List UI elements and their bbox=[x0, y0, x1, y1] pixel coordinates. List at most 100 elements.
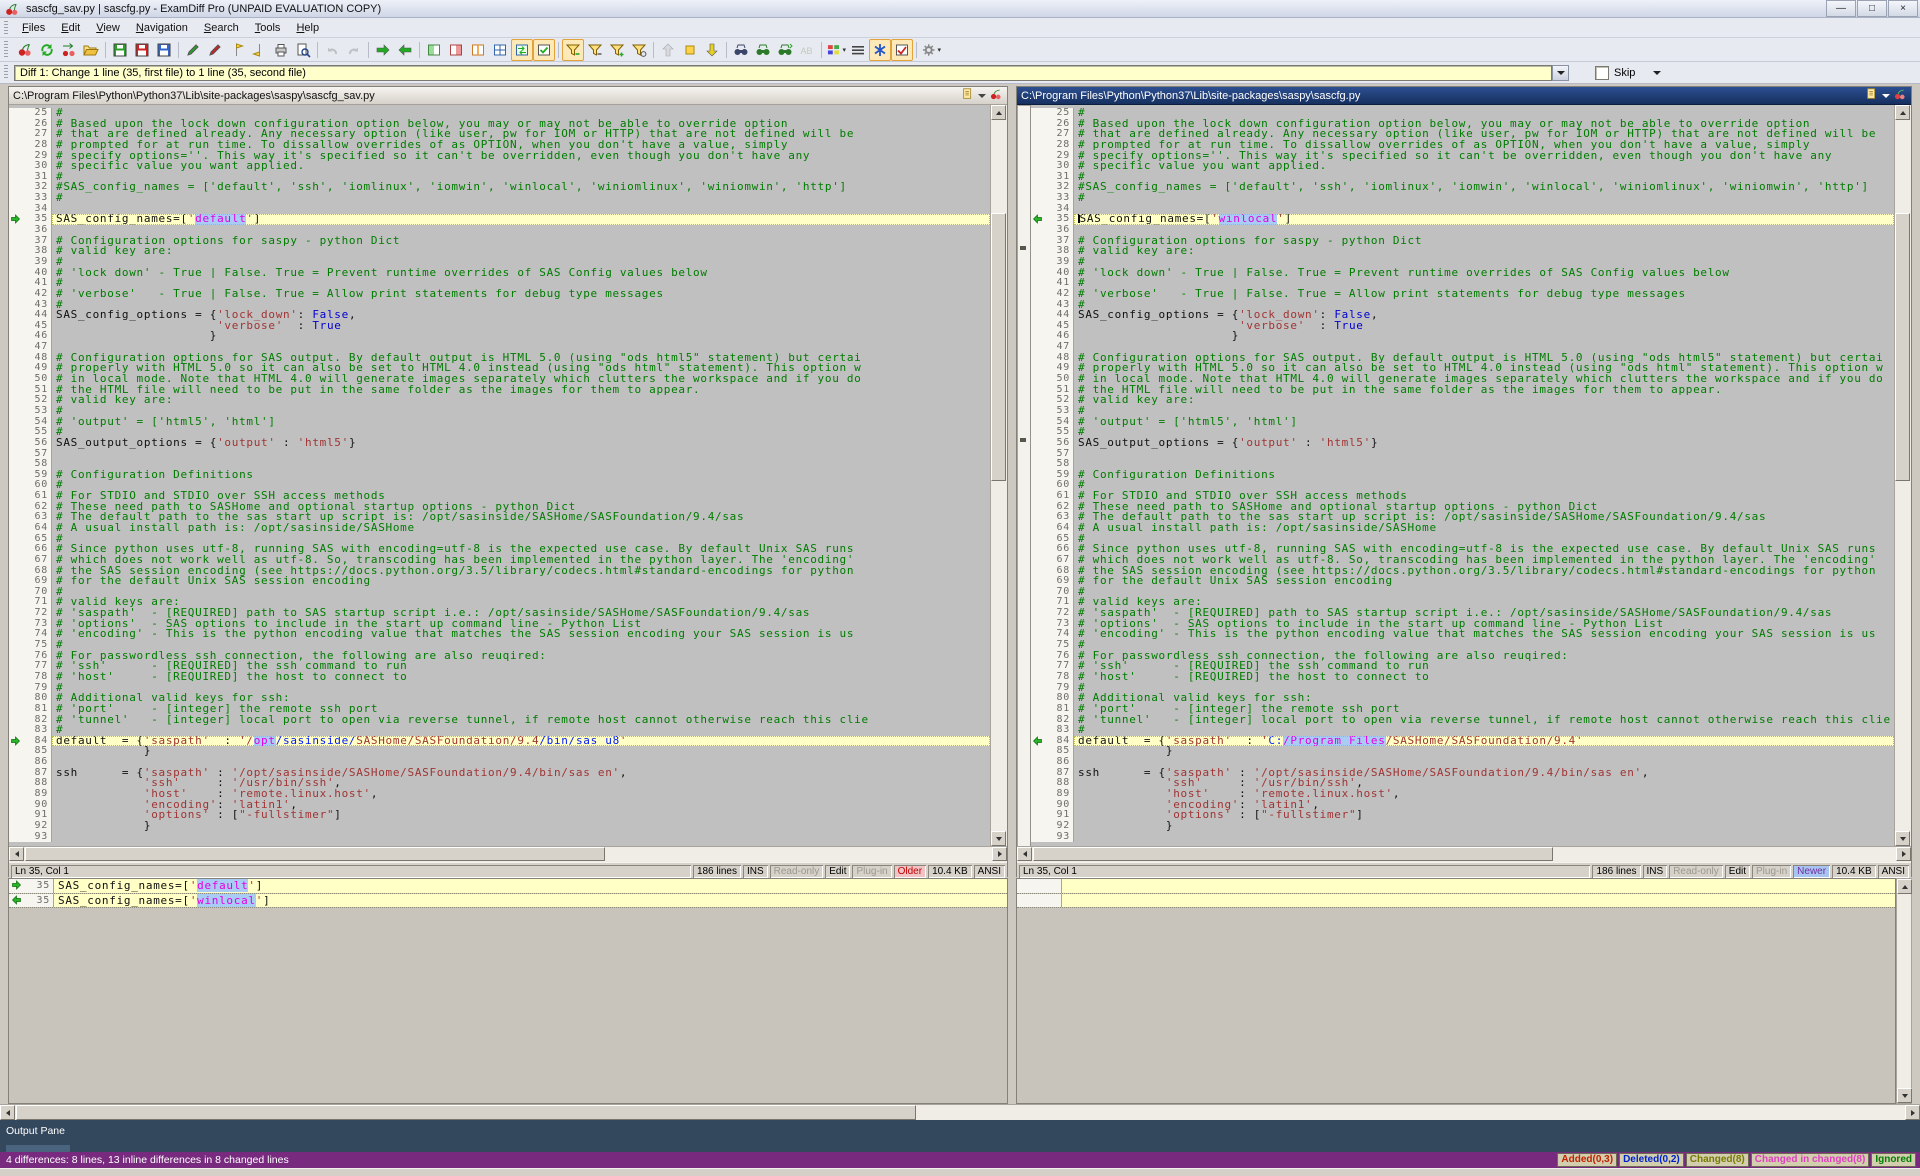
edit-pane-left[interactable]: 35SAS_config_names=['default']35SAS_conf… bbox=[8, 878, 1008, 1104]
toolbar-cherries-swap-button[interactable] bbox=[58, 39, 80, 61]
diff-marker-arrow-icon bbox=[10, 736, 21, 746]
edit-pane-right[interactable] bbox=[1016, 878, 1896, 1104]
left-vertical-scrollbar[interactable] bbox=[990, 105, 1007, 846]
menu-files[interactable]: Files bbox=[14, 20, 53, 36]
skip-checkbox[interactable] bbox=[1595, 66, 1609, 80]
code-text: 'encoding': 'latin1', bbox=[1074, 800, 1894, 811]
redo-icon bbox=[346, 42, 362, 58]
toolbar-options-grid-button[interactable] bbox=[891, 39, 913, 61]
code-text: # valid keys are: bbox=[52, 597, 990, 608]
recompare-cherries-icon[interactable] bbox=[1893, 88, 1907, 104]
edit-pane-row[interactable]: 35SAS_config_names=['winlocal'] bbox=[9, 894, 1007, 909]
menu-bar: FilesEditViewNavigationSearchToolsHelp bbox=[0, 18, 1920, 38]
code-text: # valid keys are: bbox=[1074, 597, 1894, 608]
toolbar-go-left-button[interactable] bbox=[394, 39, 416, 61]
edit-pane-vertical-scrollbar[interactable] bbox=[1896, 878, 1912, 1104]
menu-search[interactable]: Search bbox=[196, 20, 247, 36]
toolbar-pane-right-button[interactable] bbox=[445, 39, 467, 61]
menu-edit[interactable]: Edit bbox=[53, 20, 88, 36]
window-resize-edge[interactable] bbox=[0, 1168, 1920, 1176]
code-text: } bbox=[1074, 746, 1894, 757]
edit-pane-row[interactable]: 35SAS_config_names=['default'] bbox=[9, 879, 1007, 894]
scroll-up-icon bbox=[996, 111, 1002, 115]
menu-tools[interactable]: Tools bbox=[247, 20, 289, 36]
menu-view[interactable]: View bbox=[88, 20, 128, 36]
line-number: 81 bbox=[1044, 704, 1074, 715]
toolbar-redo-button[interactable] bbox=[343, 39, 365, 61]
code-line: 73# 'options' - SAS options to include i… bbox=[9, 619, 990, 630]
code-line: 51# the HTML file will need to be put in… bbox=[1031, 385, 1894, 396]
code-text: } bbox=[52, 746, 990, 757]
toolbar-grip[interactable] bbox=[4, 41, 8, 57]
filter-changed-icon bbox=[587, 42, 603, 58]
toolbar-find-next-button[interactable] bbox=[752, 39, 774, 61]
toolbar-lines-view-button[interactable] bbox=[847, 39, 869, 61]
close-button[interactable]: × bbox=[1888, 0, 1918, 17]
toolbar-pencil-green-button[interactable] bbox=[182, 39, 204, 61]
toolbar-find-prev-button[interactable] bbox=[774, 39, 796, 61]
toolbar-save-green-button[interactable] bbox=[109, 39, 131, 61]
toolbar-filter-all-button[interactable] bbox=[562, 39, 584, 61]
file-info-icon[interactable] bbox=[1865, 87, 1879, 104]
minimize-button[interactable]: — bbox=[1826, 0, 1856, 17]
toolbar-cherries-button[interactable] bbox=[14, 39, 36, 61]
diff-combo-dropdown-button[interactable] bbox=[1552, 65, 1569, 81]
toolbar-next-diff-button[interactable] bbox=[701, 39, 723, 61]
recompare-cherries-icon[interactable] bbox=[989, 88, 1003, 104]
toolbar-refresh-button[interactable] bbox=[36, 39, 58, 61]
output-pane-tab[interactable] bbox=[6, 1145, 70, 1152]
toolbar-pencil-red-button[interactable] bbox=[204, 39, 226, 61]
toolbar-save-red-button[interactable] bbox=[131, 39, 153, 61]
toolbar-find-button[interactable] bbox=[730, 39, 752, 61]
diffbar-grip[interactable] bbox=[4, 65, 8, 80]
toolbar-prev-diff-button[interactable] bbox=[657, 39, 679, 61]
menu-navigation[interactable]: Navigation bbox=[128, 20, 196, 36]
toolbar-match-case-button[interactable]: AB bbox=[796, 39, 818, 61]
diff-map-strip[interactable] bbox=[1017, 105, 1031, 846]
line-number: 67 bbox=[22, 555, 52, 566]
toolbar-preview-button[interactable] bbox=[292, 39, 314, 61]
toolbar-filter-minus-button[interactable] bbox=[606, 39, 628, 61]
gutter-marker bbox=[9, 363, 22, 374]
toolbar-grip[interactable] bbox=[4, 21, 8, 34]
toolbar-flag-up-button[interactable] bbox=[226, 39, 248, 61]
gutter-marker bbox=[1031, 576, 1044, 587]
left-code-editor[interactable]: 25#26# Based upon the lock_down configur… bbox=[9, 105, 990, 846]
gutter-marker bbox=[9, 789, 22, 800]
right-horizontal-scrollbar[interactable] bbox=[1017, 846, 1911, 862]
toolbar-pane-split-button[interactable] bbox=[467, 39, 489, 61]
toolbar-layout-drop-button[interactable]: ▾ bbox=[825, 39, 847, 61]
toolbar-pane-auto-button[interactable] bbox=[533, 39, 555, 61]
current-diff-combo[interactable]: Diff 1: Change 1 line (35, first file) t… bbox=[14, 65, 1552, 81]
left-file-path-bar[interactable]: C:\Program Files\Python\Python37\Lib\sit… bbox=[9, 87, 1007, 105]
edit-pane-horizontal-scrollbar[interactable] bbox=[0, 1104, 1920, 1120]
toolbar-pane-both-button[interactable] bbox=[489, 39, 511, 61]
toolbar-flag-down-button[interactable] bbox=[248, 39, 270, 61]
toolbar-folder-open-button[interactable] bbox=[80, 39, 102, 61]
toolbar-settings-drop-button[interactable]: ▾ bbox=[920, 39, 942, 61]
code-text: # 'port' - [integer] the remote ssh port bbox=[1074, 704, 1894, 715]
toolbar-pane-left-button[interactable] bbox=[423, 39, 445, 61]
toolbar-printer-button[interactable] bbox=[270, 39, 292, 61]
left-horizontal-scrollbar[interactable] bbox=[9, 846, 1007, 862]
code-line: 53# bbox=[1031, 406, 1894, 417]
right-file-path-bar[interactable]: C:\Program Files\Python\Python37\Lib\sit… bbox=[1017, 87, 1911, 105]
file-info-icon[interactable] bbox=[961, 87, 975, 104]
toolbar-go-right-button[interactable] bbox=[372, 39, 394, 61]
line-number: 28 bbox=[1044, 140, 1074, 151]
chevron-down-icon[interactable] bbox=[1882, 94, 1890, 98]
toolbar-pane-sync-button[interactable] bbox=[511, 39, 533, 61]
toolbar-filter-changed-button[interactable] bbox=[584, 39, 606, 61]
toolbar-current-diff-button[interactable] bbox=[679, 39, 701, 61]
toolbar-undo-button[interactable] bbox=[321, 39, 343, 61]
toolbar-plugins-button[interactable] bbox=[869, 39, 891, 61]
toolbar-filter-num-button[interactable] bbox=[628, 39, 650, 61]
code-line: 93 bbox=[9, 832, 990, 843]
toolbar-save-all-button[interactable] bbox=[153, 39, 175, 61]
right-code-editor[interactable]: 25#26# Based upon the lock_down configur… bbox=[1031, 105, 1894, 846]
menu-help[interactable]: Help bbox=[288, 20, 327, 36]
right-vertical-scrollbar[interactable] bbox=[1894, 105, 1911, 846]
chevron-down-icon[interactable] bbox=[978, 94, 986, 98]
maximize-button[interactable]: □ bbox=[1857, 0, 1887, 17]
diffbar-overflow-icon[interactable] bbox=[1653, 71, 1661, 75]
